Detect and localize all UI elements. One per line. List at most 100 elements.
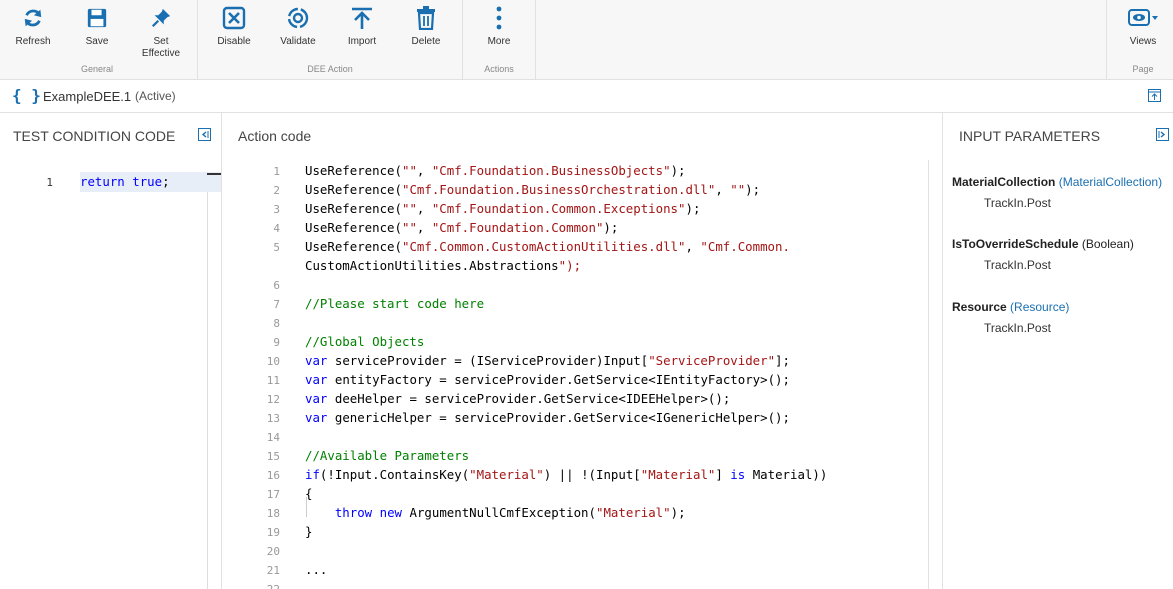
code-line[interactable]: //Global Objects	[305, 334, 424, 349]
ribbon-divider	[535, 0, 536, 79]
save-button[interactable]: Save	[67, 4, 127, 48]
code-line[interactable]: CustomActionUtilities.Abstractions");	[305, 258, 581, 273]
collapse-left-icon[interactable]	[198, 128, 211, 146]
action-code-pane: Action code 1 UseReference("", "Cmf.Found…	[222, 113, 942, 589]
input-parameters-pane: INPUT PARAMETERS MaterialCollection (Mat…	[942, 113, 1173, 589]
delete-button[interactable]: Delete	[396, 4, 456, 48]
code-line[interactable]: UseReference("Cmf.Foundation.BusinessOrc…	[305, 182, 760, 197]
param-type-link[interactable]: Resource	[1014, 300, 1065, 314]
group-actions-label: Actions	[484, 64, 514, 74]
import-button[interactable]: Import	[332, 4, 392, 48]
save-icon	[87, 8, 107, 28]
validate-button[interactable]: Validate	[268, 4, 328, 48]
line-number: 2	[273, 184, 280, 197]
code-line[interactable]: var genericHelper = serviceProvider.GetS…	[305, 410, 790, 425]
code-line[interactable]: UseReference("", "Cmf.Foundation.Busines…	[305, 163, 685, 178]
editor-scrollbar[interactable]	[207, 192, 208, 589]
line-number: 15	[266, 450, 280, 463]
import-label: Import	[347, 36, 377, 47]
line-number: 18	[266, 507, 280, 520]
group-general-label: General	[80, 64, 114, 74]
views-button[interactable]: Views	[1113, 4, 1173, 48]
line-number: 16	[266, 469, 280, 482]
line-number: 6	[273, 279, 280, 292]
line-number: 7	[273, 298, 280, 311]
validate-label: Validate	[280, 36, 316, 47]
import-icon	[352, 7, 372, 29]
code-line[interactable]: //Available Parameters	[305, 448, 469, 463]
maximize-icon[interactable]	[1148, 89, 1161, 107]
line-number: 4	[273, 222, 280, 235]
line-number: 20	[266, 545, 280, 558]
input-parameters-title: INPUT PARAMETERS	[959, 128, 1101, 144]
eye-icon	[1128, 9, 1158, 26]
braces-icon: { }	[12, 86, 41, 105]
set-effective-button[interactable]: Set Effective	[131, 4, 191, 60]
refresh-button[interactable]: Refresh	[3, 4, 63, 48]
param-context: TrackIn.Post	[984, 321, 1051, 335]
param-type: Boolean	[1085, 237, 1130, 251]
line-number: 8	[273, 317, 280, 330]
editor-scrollbar[interactable]	[928, 160, 929, 589]
line-number: 13	[266, 412, 280, 425]
line-number: 14	[266, 431, 280, 444]
line-number: 19	[266, 526, 280, 539]
code-editor[interactable]: 1 UseReference("", "Cmf.Foundation.Busine…	[222, 160, 942, 589]
entity-name: ExampleDEE.1	[43, 89, 132, 104]
param-name: Resource (Resource)	[952, 300, 1070, 314]
ribbon-divider	[1106, 0, 1107, 79]
line-number: 22	[240, 583, 280, 589]
refresh-icon	[24, 9, 42, 27]
line-number: 21	[266, 564, 280, 577]
set-effective-label: Set Effective	[141, 36, 181, 59]
code-line[interactable]: ...	[305, 562, 327, 577]
code-line[interactable]: var deeHelper = serviceProvider.GetServi…	[305, 391, 730, 406]
more-label: More	[487, 36, 511, 47]
line-number: 11	[266, 374, 280, 387]
code-line[interactable]: UseReference("", "Cmf.Foundation.Common"…	[305, 220, 618, 235]
indent-guide	[306, 497, 307, 517]
action-code-title: Action code	[238, 128, 312, 144]
line-number: 12	[266, 393, 280, 406]
group-page-label: Page	[1132, 64, 1154, 74]
code-line[interactable]: return true;	[80, 174, 170, 189]
group-dee-action-label: DEE Action	[307, 64, 353, 74]
entity-title-bar: { } ExampleDEE.1 (Active)	[0, 80, 1173, 113]
code-line[interactable]: if(!Input.ContainsKey("Material") || !(I…	[305, 467, 827, 482]
trash-icon	[417, 6, 435, 30]
code-line[interactable]: //Please start code here	[305, 296, 484, 311]
line-number: 9	[273, 336, 280, 349]
ribbon-divider	[197, 0, 198, 79]
code-line[interactable]: UseReference("", "Cmf.Foundation.Common.…	[305, 201, 700, 216]
line-number: 5	[273, 241, 280, 254]
ribbon-toolbar: Refresh Save Set Effective General Disabl…	[0, 0, 1173, 80]
line-number: 10	[266, 355, 280, 368]
param-context: TrackIn.Post	[984, 258, 1051, 272]
param-name: IsToOverrideSchedule (Boolean)	[952, 237, 1134, 251]
code-line[interactable]: throw new ArgumentNullCmfException("Mate…	[305, 505, 686, 520]
pin-icon	[151, 8, 171, 28]
param-context: TrackIn.Post	[984, 196, 1051, 210]
test-condition-title: TEST CONDITION CODE	[13, 128, 176, 144]
collapse-right-icon[interactable]	[1156, 128, 1169, 146]
code-line[interactable]: UseReference("Cmf.Common.CustomActionUti…	[305, 239, 790, 254]
disable-icon	[222, 6, 246, 30]
more-button[interactable]: More	[469, 4, 529, 48]
delete-label: Delete	[411, 36, 441, 47]
line-number: 1	[46, 176, 53, 189]
disable-button[interactable]: Disable	[204, 4, 264, 48]
code-line[interactable]: var serviceProvider = (IServiceProvider)…	[305, 353, 790, 368]
editor-cursor	[207, 173, 221, 175]
code-line[interactable]: }	[305, 524, 312, 539]
param-type-link[interactable]: MaterialCollection	[1063, 175, 1158, 189]
views-label: Views	[1129, 36, 1157, 47]
disable-label: Disable	[217, 36, 251, 47]
save-label: Save	[85, 36, 109, 47]
line-number: 17	[266, 488, 280, 501]
validate-icon	[287, 7, 309, 29]
test-condition-pane: TEST CONDITION CODE 1 return true;	[0, 113, 222, 589]
ribbon-divider	[462, 0, 463, 79]
code-line[interactable]: var entityFactory = serviceProvider.GetS…	[305, 372, 790, 387]
param-name: MaterialCollection (MaterialCollection)	[952, 175, 1163, 189]
refresh-label: Refresh	[15, 36, 51, 47]
